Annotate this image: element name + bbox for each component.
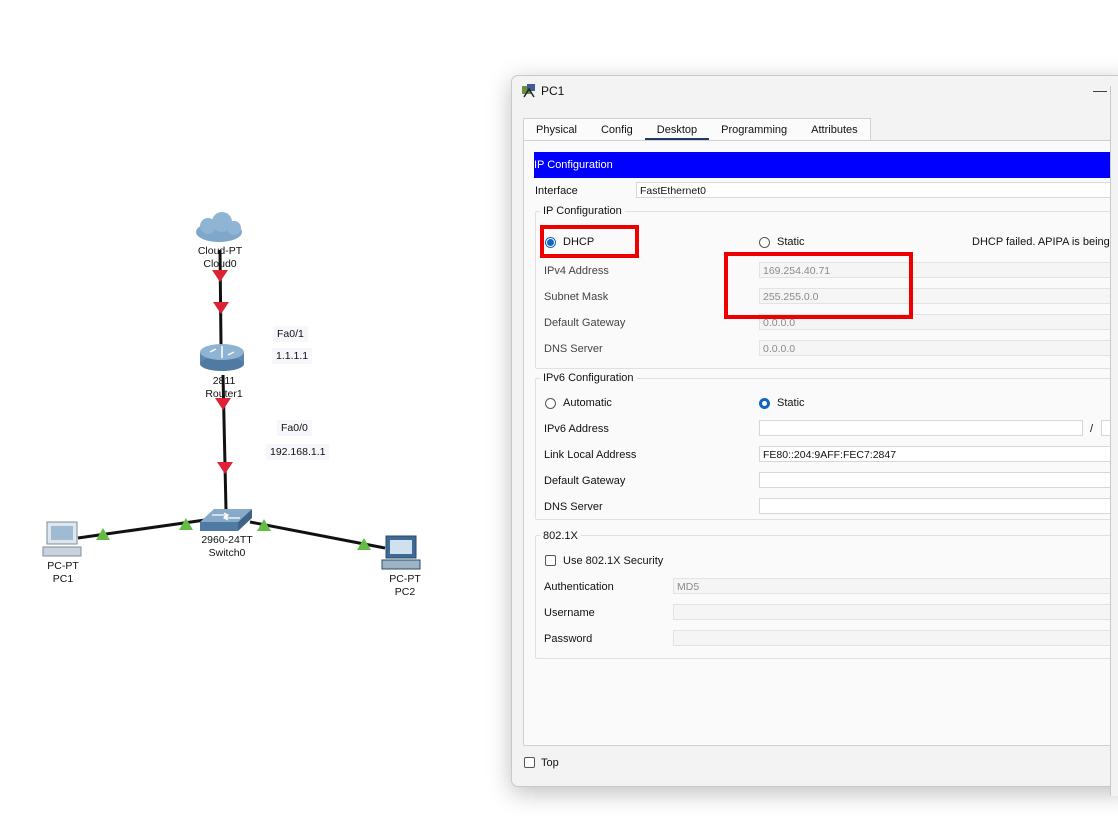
ipv4-group-title: IP Configuration <box>540 205 625 217</box>
window-title: PC1 <box>541 84 565 98</box>
link-local-address-label: Link Local Address <box>544 449 637 461</box>
tab-attributes[interactable]: Attributes <box>799 119 869 141</box>
device-name-label: PC2 <box>394 586 416 598</box>
device-type-label: PC-PT <box>389 573 421 585</box>
ipv6-group-title: IPv6 Configuration <box>540 372 637 384</box>
subnet-mask-label: Subnet Mask <box>544 291 609 303</box>
link-status-down-triangle <box>212 270 228 282</box>
ipv6-default-gateway-label: Default Gateway <box>544 475 626 487</box>
port-label-fa00: Fa0/0 <box>277 420 312 436</box>
ipv6-address-label: IPv6 Address <box>544 423 609 435</box>
password-field[interactable] <box>673 630 1118 646</box>
static-radio[interactable] <box>759 237 770 248</box>
packet-tracer-app-icon <box>522 84 535 98</box>
password-label: Password <box>544 633 593 645</box>
tab-config[interactable]: Config <box>589 119 645 141</box>
port-label-fa01: Fa0/1 <box>273 326 308 342</box>
interface-select[interactable]: FastEthernet0 <box>636 182 1118 198</box>
pc2-label: PC-PT PC2 <box>380 573 430 599</box>
ipv6-dns-server-field[interactable] <box>759 498 1118 514</box>
background-window-edge <box>1110 86 1118 796</box>
device-type-label: 2960-24TT <box>201 534 253 546</box>
dhcp-status-text: DHCP failed. APIPA is being u <box>972 236 1118 248</box>
cloud-label: Cloud-PT Cloud0 <box>190 245 250 271</box>
ipv6-dns-server-label: DNS Server <box>544 501 603 513</box>
pc2-icon <box>381 535 421 570</box>
ip-configuration-header: IP Configuration <box>534 152 1118 178</box>
switch-icon <box>200 509 252 531</box>
ipv6-automatic-label: Automatic <box>563 397 612 409</box>
dns-server-field[interactable]: 0.0.0.0 <box>759 340 1118 356</box>
window-titlebar[interactable]: PC1 — <box>512 76 1118 106</box>
link-local-address-field[interactable]: FE80::204:9AFF:FEC7:2847 <box>759 446 1118 462</box>
ipv6-static-label: Static <box>777 397 805 409</box>
username-label: Username <box>544 607 595 619</box>
ipv6-automatic-radio[interactable] <box>545 398 556 409</box>
ipv6-default-gateway-field[interactable] <box>759 472 1118 488</box>
tab-physical[interactable]: Physical <box>524 119 589 141</box>
use-dot1x-checkbox[interactable] <box>545 555 556 566</box>
static-label: Static <box>777 236 805 248</box>
tab-programming[interactable]: Programming <box>709 119 799 141</box>
apipa-address-highlight-box <box>724 252 913 319</box>
device-type-label: 2811 <box>212 375 236 387</box>
link-status-down-triangle <box>213 302 229 314</box>
use-dot1x-label: Use 802.1X Security <box>563 555 664 567</box>
dhcp-highlight-box <box>540 225 639 258</box>
top-checkbox[interactable] <box>524 757 535 768</box>
pc1-icon <box>42 521 82 557</box>
pc1-window: PC1 — Physical Config Desktop Programmin… <box>511 75 1118 787</box>
router-icon <box>200 344 244 371</box>
device-type-label: PC-PT <box>47 560 79 572</box>
cloud-icon <box>196 212 242 242</box>
authentication-select[interactable]: MD5 <box>673 578 1118 594</box>
tab-bar: Physical Config Desktop Programming Attr… <box>523 118 871 141</box>
minimize-button[interactable]: — <box>1090 81 1110 101</box>
ip-label-router-top: 1.1.1.1 <box>272 348 313 364</box>
device-name-label: PC1 <box>52 573 74 585</box>
username-field[interactable] <box>673 604 1118 620</box>
topology-links <box>42 212 421 570</box>
default-gateway-label: Default Gateway <box>544 317 626 329</box>
switch-label: 2960-24TT Switch0 <box>192 534 262 560</box>
ipv4-address-label: IPv4 Address <box>544 265 609 277</box>
device-name-label: Cloud0 <box>203 258 237 270</box>
ipv6-address-field[interactable] <box>759 420 1083 436</box>
tab-desktop[interactable]: Desktop <box>644 119 710 141</box>
authentication-label: Authentication <box>544 581 614 593</box>
router-label: 2811 Router1 <box>194 375 254 401</box>
interface-label: Interface <box>535 185 578 197</box>
device-type-label: Cloud-PT <box>197 245 243 257</box>
dns-server-label: DNS Server <box>544 343 603 355</box>
ipv6-prefix-separator: / <box>1090 423 1094 435</box>
ip-label-router-bottom: 192.168.1.1 <box>266 444 330 460</box>
pc1-label: PC-PT PC1 <box>38 560 88 586</box>
device-name-label: Router1 <box>205 388 243 400</box>
link-status-down-triangle <box>217 462 233 474</box>
ipv6-static-radio[interactable] <box>759 398 770 409</box>
dot1x-group-title: 802.1X <box>540 530 581 542</box>
top-checkbox-label: Top <box>541 757 559 769</box>
topology-canvas[interactable]: Cloud-PT Cloud0 2811 Router1 2960-24TT S… <box>0 0 500 832</box>
device-name-label: Switch0 <box>208 547 246 559</box>
